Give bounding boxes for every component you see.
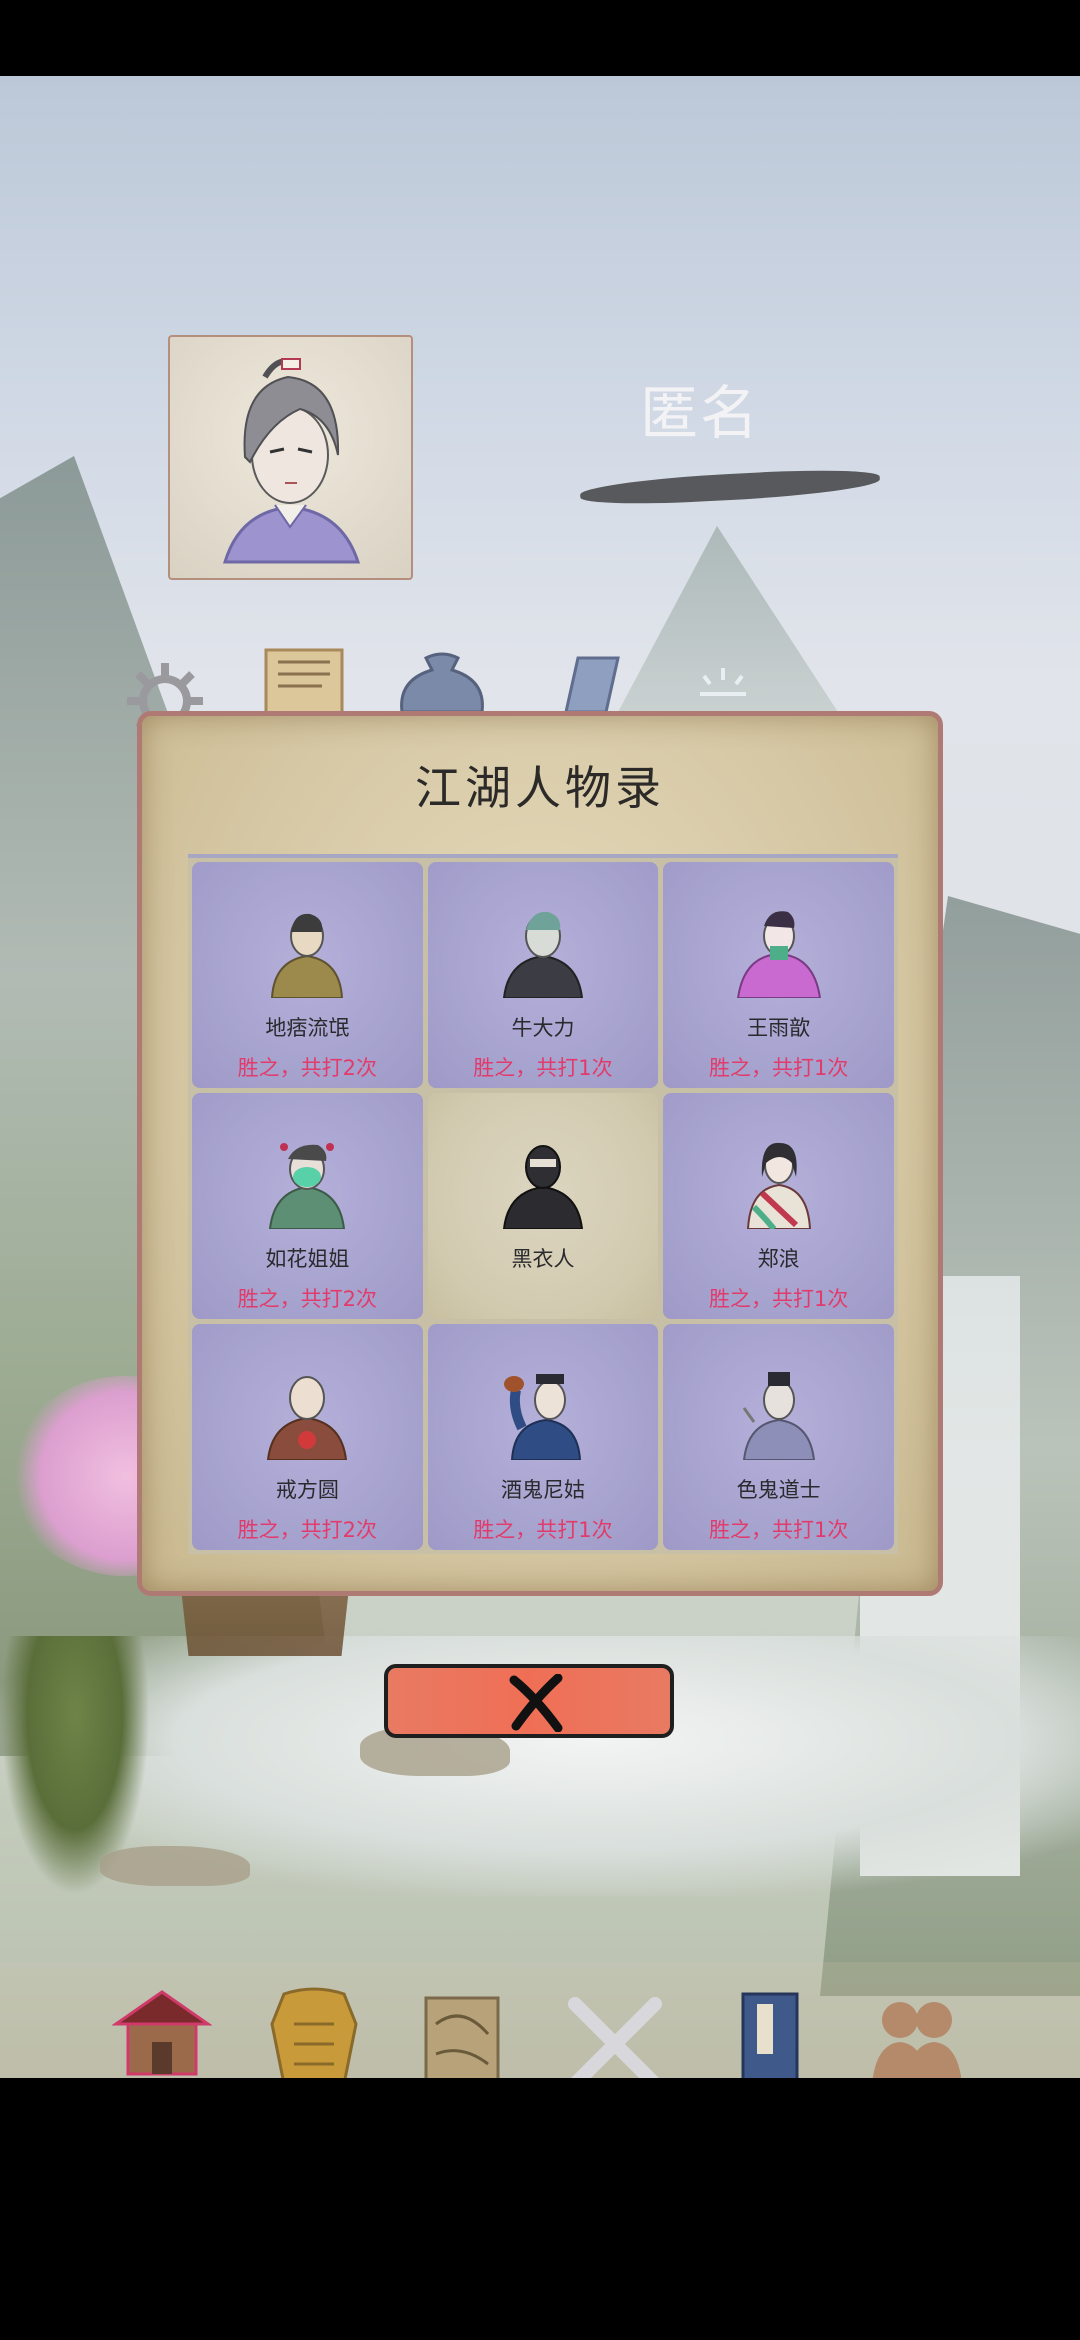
swordsman-portrait <box>222 358 361 564</box>
thug-portrait <box>271 913 344 998</box>
character-name: 酒鬼尼姑 <box>500 1478 585 1502</box>
character-name: 郑浪 <box>757 1247 800 1271</box>
crossed-swords-icon <box>568 1997 662 2078</box>
battle-record: 胜之，共打1次 <box>708 1518 849 1542</box>
character-card[interactable]: 戒方圆 胜之，共打2次 <box>192 1324 423 1550</box>
character-card[interactable]: 黑衣人 <box>427 1093 659 1319</box>
character-records-dialog: 江湖人物录 地痞流氓 胜之，共打2次 牛大力 胜之，共打1次 王雨歆 胜之，共打… <box>137 711 943 1596</box>
character-grid: 地痞流氓 胜之，共打2次 牛大力 胜之，共打1次 王雨歆 胜之，共打1次 如花姐… <box>188 854 898 1554</box>
character-card[interactable]: 如花姐姐 胜之，共打2次 <box>192 1093 423 1319</box>
masked-woman-portrait <box>269 1143 346 1229</box>
lamp-icon[interactable] <box>686 658 760 716</box>
battle-record: 胜之，共打1次 <box>708 1287 849 1311</box>
drunk-nun-portrait <box>503 1374 581 1460</box>
money-bag-icon[interactable] <box>396 650 488 716</box>
battle-record: 胜之，共打2次 <box>237 1518 378 1542</box>
lady-portrait <box>736 911 821 998</box>
character-card[interactable]: 王雨歆 胜之，共打1次 <box>663 862 894 1088</box>
battle-record: 胜之，共打2次 <box>237 1056 378 1080</box>
mirror-icon[interactable] <box>552 654 622 716</box>
character-name: 牛大力 <box>511 1016 575 1040</box>
swordswoman-portrait <box>746 1142 811 1229</box>
character-name: 戒方圆 <box>275 1478 339 1502</box>
character-name: 如花姐姐 <box>265 1247 350 1271</box>
character-card[interactable]: 地痞流氓 胜之，共打2次 <box>192 862 423 1088</box>
house-icon <box>112 1990 212 2076</box>
status-bar <box>0 0 1080 76</box>
armor-icon <box>270 1987 358 2078</box>
game-background: 匿名 江湖人物录 地痞流氓 胜之，共打2次 牛大力 胜之，共打1次 王雨歆 胜之… <box>0 76 1080 2078</box>
book-icon <box>741 1992 799 2078</box>
taoist-portrait <box>742 1372 815 1460</box>
nav-home[interactable]: 首页 <box>92 1962 232 2078</box>
rock <box>100 1846 250 1886</box>
character-card[interactable]: 牛大力 胜之，共打1次 <box>427 862 659 1088</box>
strongman-portrait <box>502 911 583 998</box>
battle-record: 胜之，共打1次 <box>473 1056 613 1080</box>
battle-record: 胜之，共打1次 <box>708 1056 849 1080</box>
nav-martial-arts[interactable]: 武功 <box>697 1962 837 2078</box>
ink-brush-stroke <box>579 466 881 508</box>
nav-challenge[interactable]: 闯关 <box>545 1962 685 2078</box>
monk-portrait <box>267 1376 348 1460</box>
character-card[interactable]: 郑浪 胜之，共打1次 <box>663 1093 894 1319</box>
nav-equipment[interactable]: 装备 <box>244 1962 384 2078</box>
character-name: 地痞流氓 <box>265 1016 350 1040</box>
battle-record: 胜之，共打2次 <box>237 1287 378 1311</box>
bottom-nav: 首页 装备 江湖 闯关 武功 <box>0 1962 1080 2078</box>
system-nav-bar <box>0 2078 1080 2340</box>
quest-scroll-icon[interactable] <box>262 644 346 718</box>
nav-companions[interactable]: 伙伴 <box>846 1962 986 2078</box>
scroll-map-icon <box>424 1996 500 2078</box>
companions-icon <box>872 2002 962 2078</box>
character-name: 黑衣人 <box>511 1247 575 1271</box>
player-avatar[interactable] <box>168 335 413 580</box>
black-clad-man-portrait <box>502 1145 583 1229</box>
close-icon <box>509 1674 563 1732</box>
nav-jianghu[interactable]: 江湖 <box>392 1962 532 2078</box>
character-card[interactable]: 色鬼道士 胜之，共打1次 <box>663 1324 894 1550</box>
close-button[interactable] <box>384 1664 674 1738</box>
battle-record: 胜之，共打1次 <box>473 1518 613 1542</box>
character-name: 王雨歆 <box>747 1016 811 1040</box>
dialog-title: 江湖人物录 <box>415 761 665 815</box>
character-card[interactable]: 酒鬼尼姑 胜之，共打1次 <box>427 1324 659 1550</box>
character-name: 色鬼道士 <box>736 1478 821 1502</box>
player-name: 匿名 <box>639 379 760 447</box>
